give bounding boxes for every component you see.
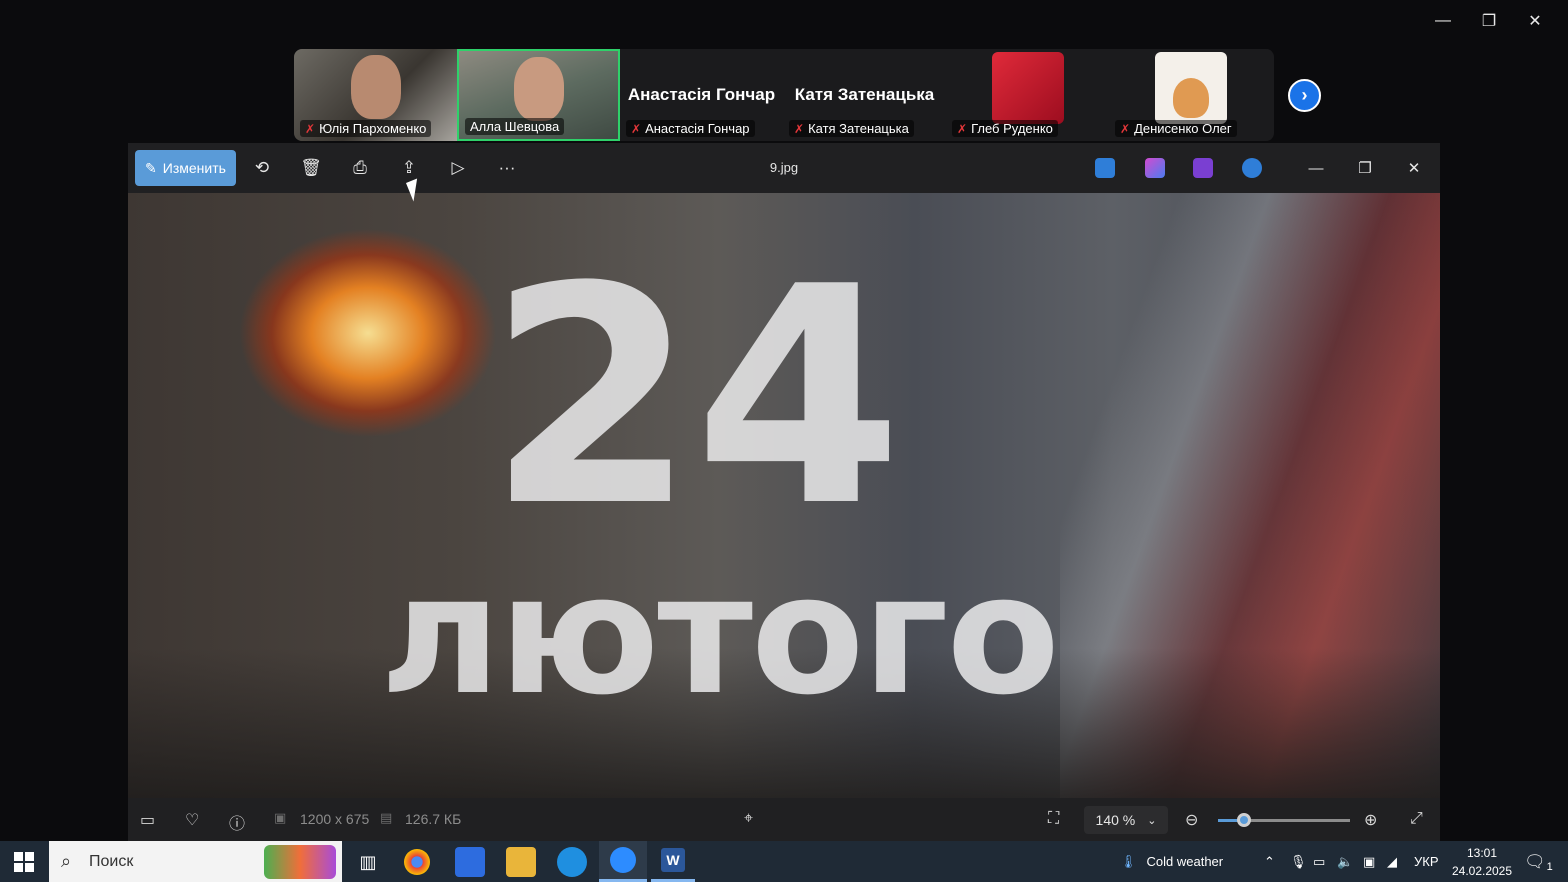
- file-size: 126.7 КБ: [405, 811, 462, 827]
- filmstrip-icon[interactable]: ▭: [140, 810, 155, 830]
- battery-icon[interactable]: ▭: [1313, 841, 1325, 882]
- zoom-slider[interactable]: [1218, 813, 1350, 827]
- participant-display-name: Анастасія Гончар: [627, 85, 776, 104]
- participant-tile[interactable]: Анастасія Гончар ✗ Анастасія Гончар: [620, 49, 783, 141]
- next-page-button[interactable]: ›: [1288, 79, 1321, 112]
- zoom-in-icon[interactable]: ⊕: [1364, 810, 1377, 830]
- participant-tile[interactable]: ✗ Денисенко Олег: [1109, 49, 1272, 141]
- participant-label: ✗ Юлія Пархоменко: [300, 120, 432, 137]
- file-explorer-icon[interactable]: [506, 847, 536, 877]
- photo-image: 24 лютого: [128, 193, 1440, 798]
- info-icon[interactable]: ⓘ: [229, 810, 245, 834]
- clock-time: 13:01: [1466, 846, 1498, 860]
- search-icon: ⌕: [61, 851, 72, 871]
- participant-label: ✗ Катя Затенацька: [789, 120, 914, 137]
- weather-widget[interactable]: 🌡 Cold weather: [1120, 841, 1223, 882]
- participant-name: Глеб Руденко: [971, 121, 1053, 136]
- volume-icon[interactable]: 🔈: [1337, 841, 1353, 882]
- onedrive-icon[interactable]: [1242, 158, 1262, 178]
- file-size-icon: ▤: [380, 810, 393, 825]
- viewer-status-bar: ▭ ♡ ⓘ ▣ 1200 x 675 ▤ 126.7 КБ ⌖ ⛶ 140 % …: [128, 798, 1440, 841]
- viewer-toolbar: ✎ Изменить ⟲ 🗑 ⎙ ⇪ ▷ ··· 9.jpg — ❐ ✕: [128, 143, 1440, 193]
- participant-strip: ✗ Юлія Пархоменко Алла Шевцова Анастасія…: [294, 49, 1274, 141]
- participant-tile-active-speaker[interactable]: Алла Шевцова: [457, 49, 620, 141]
- clock-date: 24.02.2025: [1451, 864, 1513, 878]
- app-clipchamp-icon[interactable]: [1193, 158, 1213, 178]
- restore-button[interactable]: ❐: [1466, 6, 1512, 36]
- viewer-maximize-button[interactable]: ❐: [1350, 153, 1380, 183]
- wifi-icon[interactable]: ◢: [1387, 841, 1397, 882]
- participant-label: ✗ Анастасія Гончар: [626, 120, 755, 137]
- mic-off-icon: ✗: [794, 121, 805, 136]
- chevron-right-icon: ›: [1301, 85, 1308, 105]
- notification-icon: 🗨: [1524, 851, 1546, 871]
- search-placeholder: Поиск: [89, 852, 134, 870]
- taskbar-clock[interactable]: 13:01 24.02.2025: [1444, 844, 1520, 880]
- mic-off-icon: ✗: [1120, 121, 1131, 136]
- participant-label: ✗ Глеб Руденко: [952, 120, 1058, 137]
- participant-video: [350, 55, 401, 119]
- word-app-icon[interactable]: W: [651, 841, 695, 882]
- participant-name: Юлія Пархоменко: [319, 121, 427, 136]
- participant-label: Алла Шевцова: [465, 118, 565, 135]
- mic-off-icon: ✗: [957, 121, 968, 136]
- image-dimensions: 1200 x 675: [300, 811, 370, 827]
- visual-search-icon[interactable]: ⌖: [744, 810, 753, 828]
- notification-count: 1: [1546, 860, 1553, 873]
- taskbar-search[interactable]: ⌕ Поиск: [49, 841, 342, 882]
- participant-name: Денисенко Олег: [1134, 121, 1232, 136]
- participant-name: Анастасія Гончар: [645, 121, 750, 136]
- close-button[interactable]: ✕: [1512, 6, 1558, 36]
- viewer-minimize-button[interactable]: —: [1301, 153, 1331, 183]
- store-icon[interactable]: [455, 847, 485, 877]
- app-designer-icon[interactable]: [1095, 158, 1115, 178]
- app-icon[interactable]: [557, 847, 587, 877]
- zoom-level-select[interactable]: 140 % ⌄: [1084, 806, 1168, 834]
- viewer-close-button[interactable]: ✕: [1399, 153, 1429, 183]
- app-copilot-icon[interactable]: [1145, 158, 1165, 178]
- participant-name: Катя Затенацька: [808, 121, 909, 136]
- participant-tile[interactable]: Катя Затенацька ✗ Катя Затенацька: [783, 49, 946, 141]
- participant-tile[interactable]: ✗ Глеб Руденко: [946, 49, 1109, 141]
- image-text-word: лютого: [380, 539, 1060, 731]
- participant-display-name: Катя Затенацька: [794, 85, 935, 104]
- dimensions-icon: ▣: [274, 810, 287, 825]
- minimize-button[interactable]: —: [1420, 6, 1466, 36]
- search-highlight-image: [264, 845, 336, 879]
- chevron-down-icon: ⌄: [1147, 814, 1157, 827]
- microphone-icon[interactable]: 🎙: [1290, 841, 1307, 882]
- zoom-out-icon[interactable]: ⊖: [1185, 810, 1198, 830]
- chrome-icon[interactable]: [404, 849, 430, 875]
- weather-text: Cold weather: [1146, 854, 1224, 869]
- participant-avatar: [991, 52, 1064, 124]
- mic-off-icon: ✗: [305, 121, 316, 136]
- fit-to-window-icon[interactable]: ⛶: [1048, 810, 1059, 828]
- zoom-window-controls: — ❐ ✕: [1420, 6, 1558, 36]
- language-indicator[interactable]: УКР: [1414, 841, 1439, 882]
- image-text-number: 24: [487, 223, 902, 572]
- photo-viewer-window: ✎ Изменить ⟲ 🗑 ⎙ ⇪ ▷ ··· 9.jpg — ❐ ✕ 24 …: [128, 143, 1440, 841]
- participant-name: Алла Шевцова: [470, 119, 560, 134]
- task-view-icon[interactable]: ▥: [353, 847, 383, 877]
- start-button[interactable]: [14, 852, 34, 872]
- participant-video: [513, 57, 564, 121]
- mic-off-icon: ✗: [631, 121, 642, 136]
- thermometer-icon: 🌡: [1120, 853, 1137, 869]
- display-icon[interactable]: ▣: [1363, 841, 1375, 882]
- participant-tile[interactable]: ✗ Юлія Пархоменко: [294, 49, 457, 141]
- notification-center-button[interactable]: 🗨 1: [1524, 841, 1553, 882]
- participant-label: ✗ Денисенко Олег: [1115, 120, 1237, 137]
- taskbar: ⌕ Поиск ▥ W 🌡 Cold weather ⌃ 🎙 ▭ 🔈 ▣ ◢ У…: [0, 841, 1568, 882]
- zoom-level-value: 140 %: [1095, 812, 1136, 828]
- fullscreen-icon[interactable]: ⤢: [1410, 810, 1423, 828]
- zoom-app-icon[interactable]: [599, 841, 647, 882]
- participant-avatar: [1154, 52, 1227, 124]
- favorite-icon[interactable]: ♡: [185, 810, 199, 830]
- show-hidden-icons-button[interactable]: ⌃: [1264, 841, 1275, 882]
- zoom-slider-handle[interactable]: [1237, 813, 1252, 827]
